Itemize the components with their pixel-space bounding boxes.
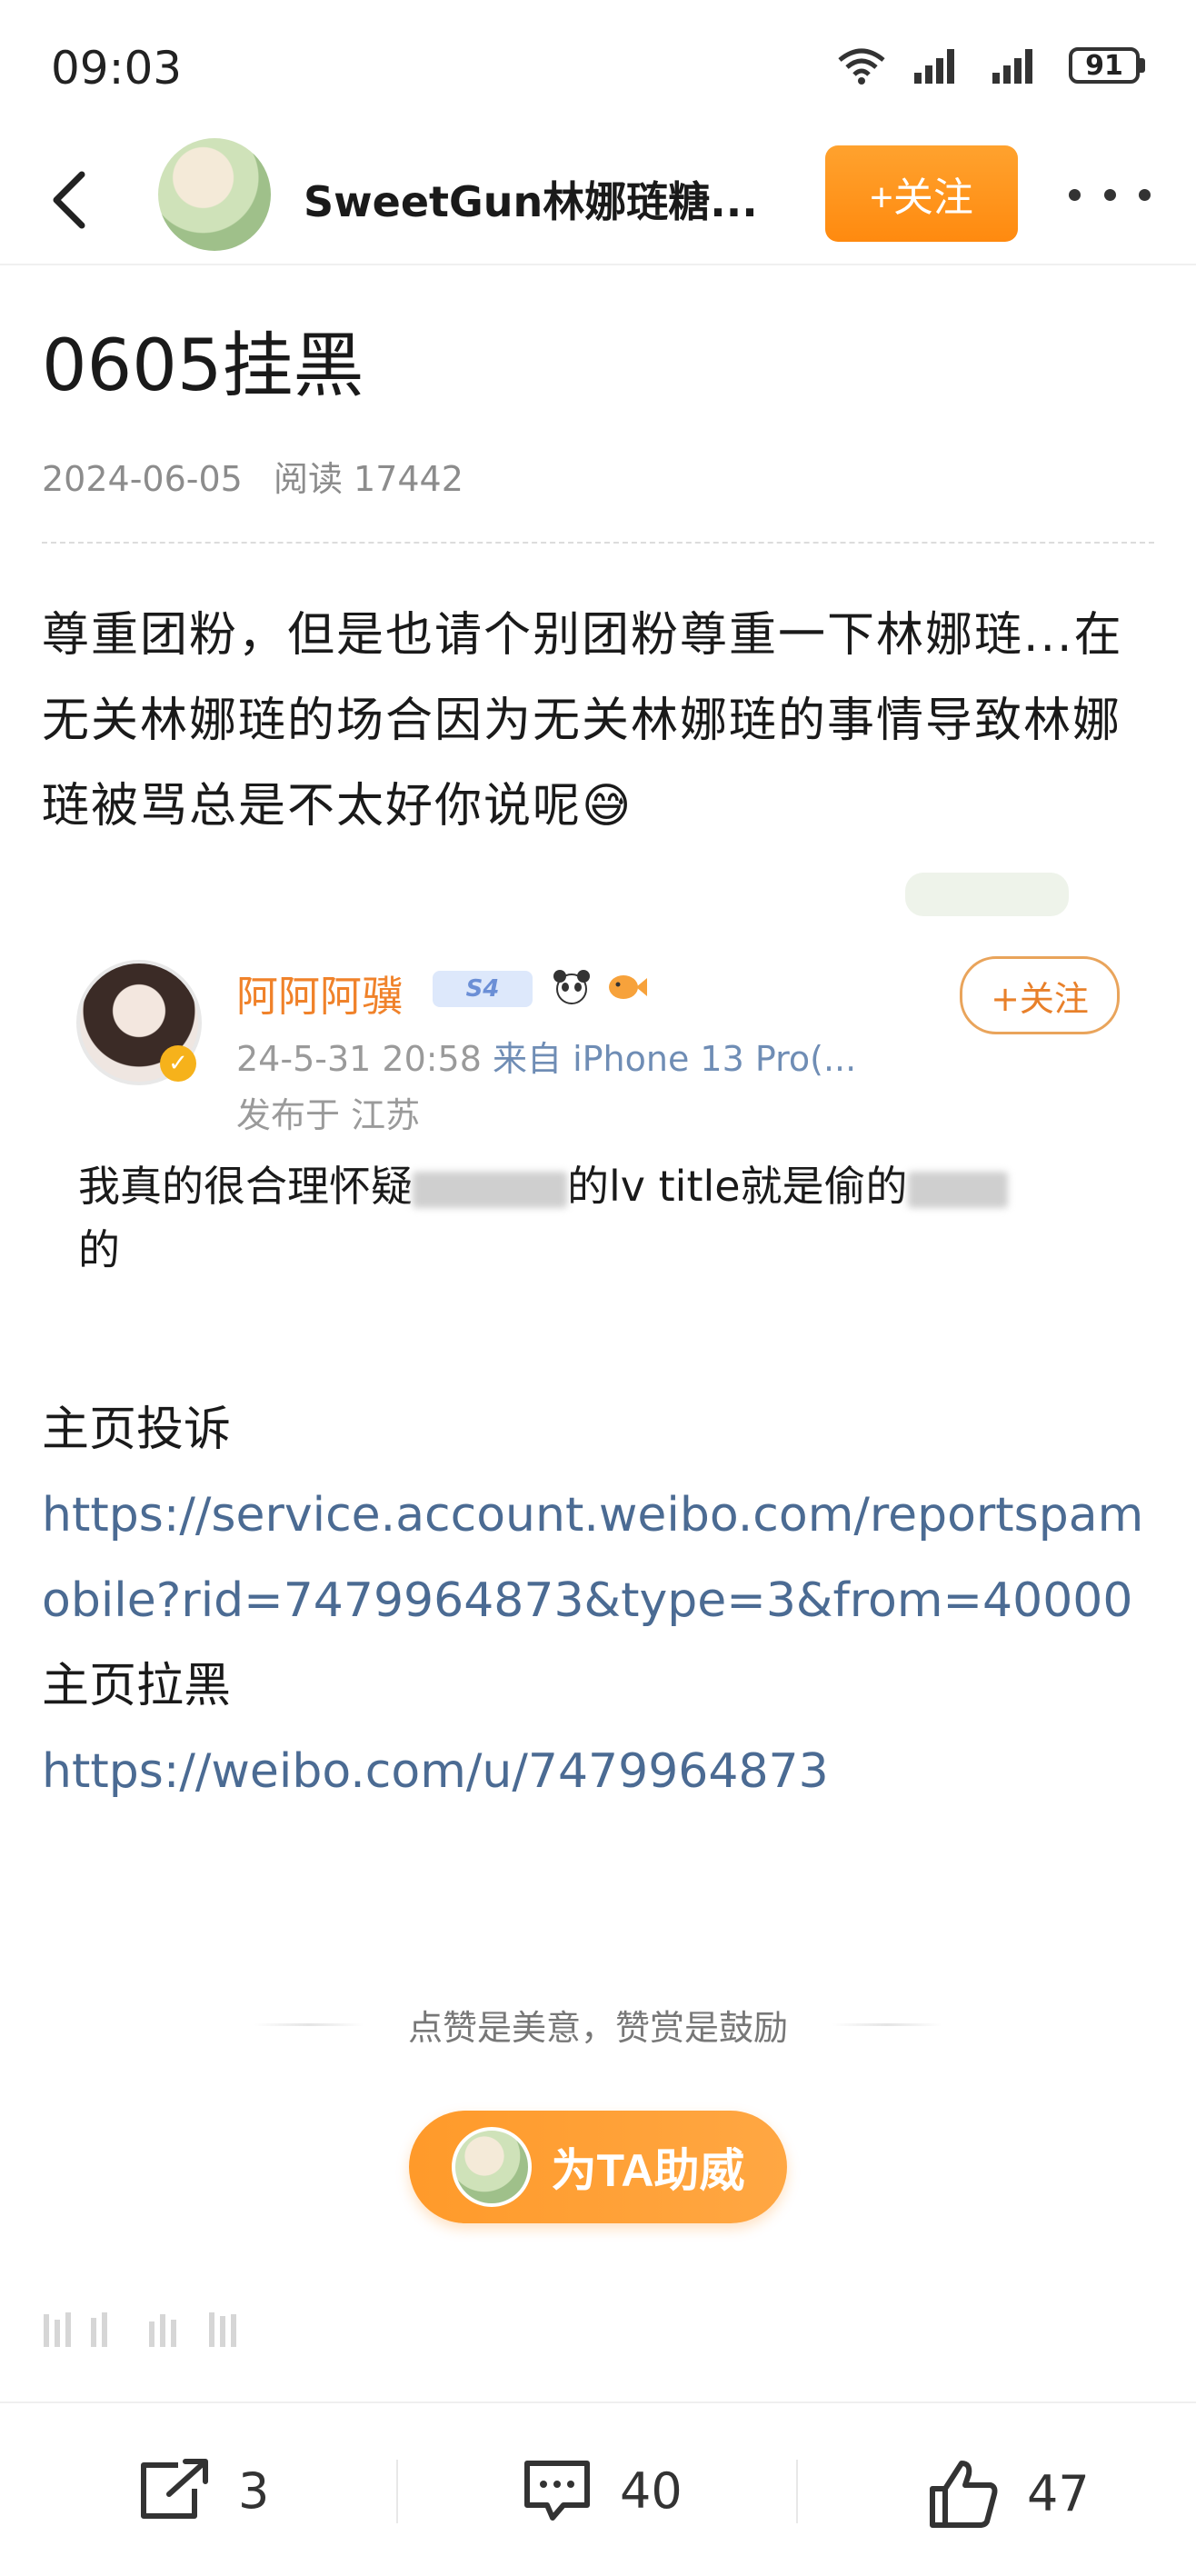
status-time: 09:03 [51, 42, 183, 95]
wifi-icon [838, 48, 885, 85]
article-date: 2024-06-05 [42, 459, 243, 499]
divider [42, 542, 1154, 544]
battery-level: 91 [1069, 47, 1140, 84]
quoted-username: 阿阿阿骥 [236, 972, 404, 1021]
signal-icon [914, 49, 954, 84]
like-avatars-placeholder [44, 2312, 236, 2347]
quoted-post-location: 发布于 江苏 [236, 1095, 421, 1135]
bottom-action-bar: 3 40 47 [0, 2401, 1196, 2576]
reward-button-label: 为TA助威 [551, 2145, 745, 2196]
tagline-divider-right [832, 2023, 942, 2026]
report-label: 主页投诉 [42, 1403, 232, 1457]
article-body: 尊重团粉，但是也请个别团粉尊重一下林娜琏...在无关林娜琏的场合因为无关林娜琏的… [42, 608, 1123, 834]
quoted-post-image[interactable]: ✓ 阿阿阿骥 S4 +关注 24-5-31 20:58 来自 iPhone 13… [42, 873, 1160, 1363]
fish-icon [609, 975, 647, 999]
reward-avatar [451, 2127, 532, 2207]
links-section: 主页投诉 https://service.account.weibo.com/r… [42, 1387, 1169, 1814]
more-options-icon[interactable] [1069, 173, 1151, 216]
thumbs-up-icon [930, 2461, 998, 2528]
article-title: 0605挂黑 [42, 325, 364, 407]
like-count: 47 [1027, 2464, 1090, 2522]
article-meta: 2024-06-05 阅读 17442 [42, 451, 483, 501]
quoted-follow-button: +关注 [960, 956, 1120, 1034]
verified-badge-icon: ✓ [160, 1045, 196, 1082]
reward-button[interactable]: 为TA助威 [409, 2111, 787, 2223]
signal-icon-2 [992, 49, 1032, 84]
share-icon [141, 2459, 208, 2519]
level-badge: S4 [433, 971, 533, 1007]
quoted-post-time: 24-5-31 20:58 来自 iPhone 13 Pro(... [236, 1039, 857, 1079]
panda-icon [553, 970, 590, 1004]
follow-button[interactable]: +关注 [825, 145, 1018, 242]
author-name[interactable]: SweetGun林娜琏糖... [304, 169, 776, 229]
block-link[interactable]: https://weibo.com/u/7479964873 [42, 1729, 1169, 1814]
article-reads: 阅读 17442 [273, 459, 463, 499]
author-avatar[interactable] [158, 138, 271, 251]
report-link[interactable]: https://service.account.weibo.com/report… [42, 1473, 1169, 1643]
comment-button[interactable]: 40 [522, 2458, 683, 2523]
comment-icon [524, 2461, 590, 2521]
share-count: 3 [238, 2461, 270, 2520]
battery-icon: 91 [1069, 47, 1145, 84]
share-button[interactable]: 3 [136, 2458, 269, 2523]
decoration-sticker [905, 873, 1069, 916]
block-label: 主页拉黑 [42, 1659, 232, 1713]
status-icons: 91 [836, 45, 1145, 85]
comment-count: 40 [620, 2461, 683, 2520]
status-bar: 09:03 91 [0, 0, 1196, 136]
like-button[interactable]: 47 [927, 2458, 1090, 2529]
quoted-post-text: 我真的很合理怀疑 的lv title就是偷的 的 [78, 1154, 1123, 1282]
back-arrow-icon[interactable] [36, 164, 109, 236]
reward-tagline: 点赞是美意，赞赏是鼓励 [407, 2008, 788, 2048]
